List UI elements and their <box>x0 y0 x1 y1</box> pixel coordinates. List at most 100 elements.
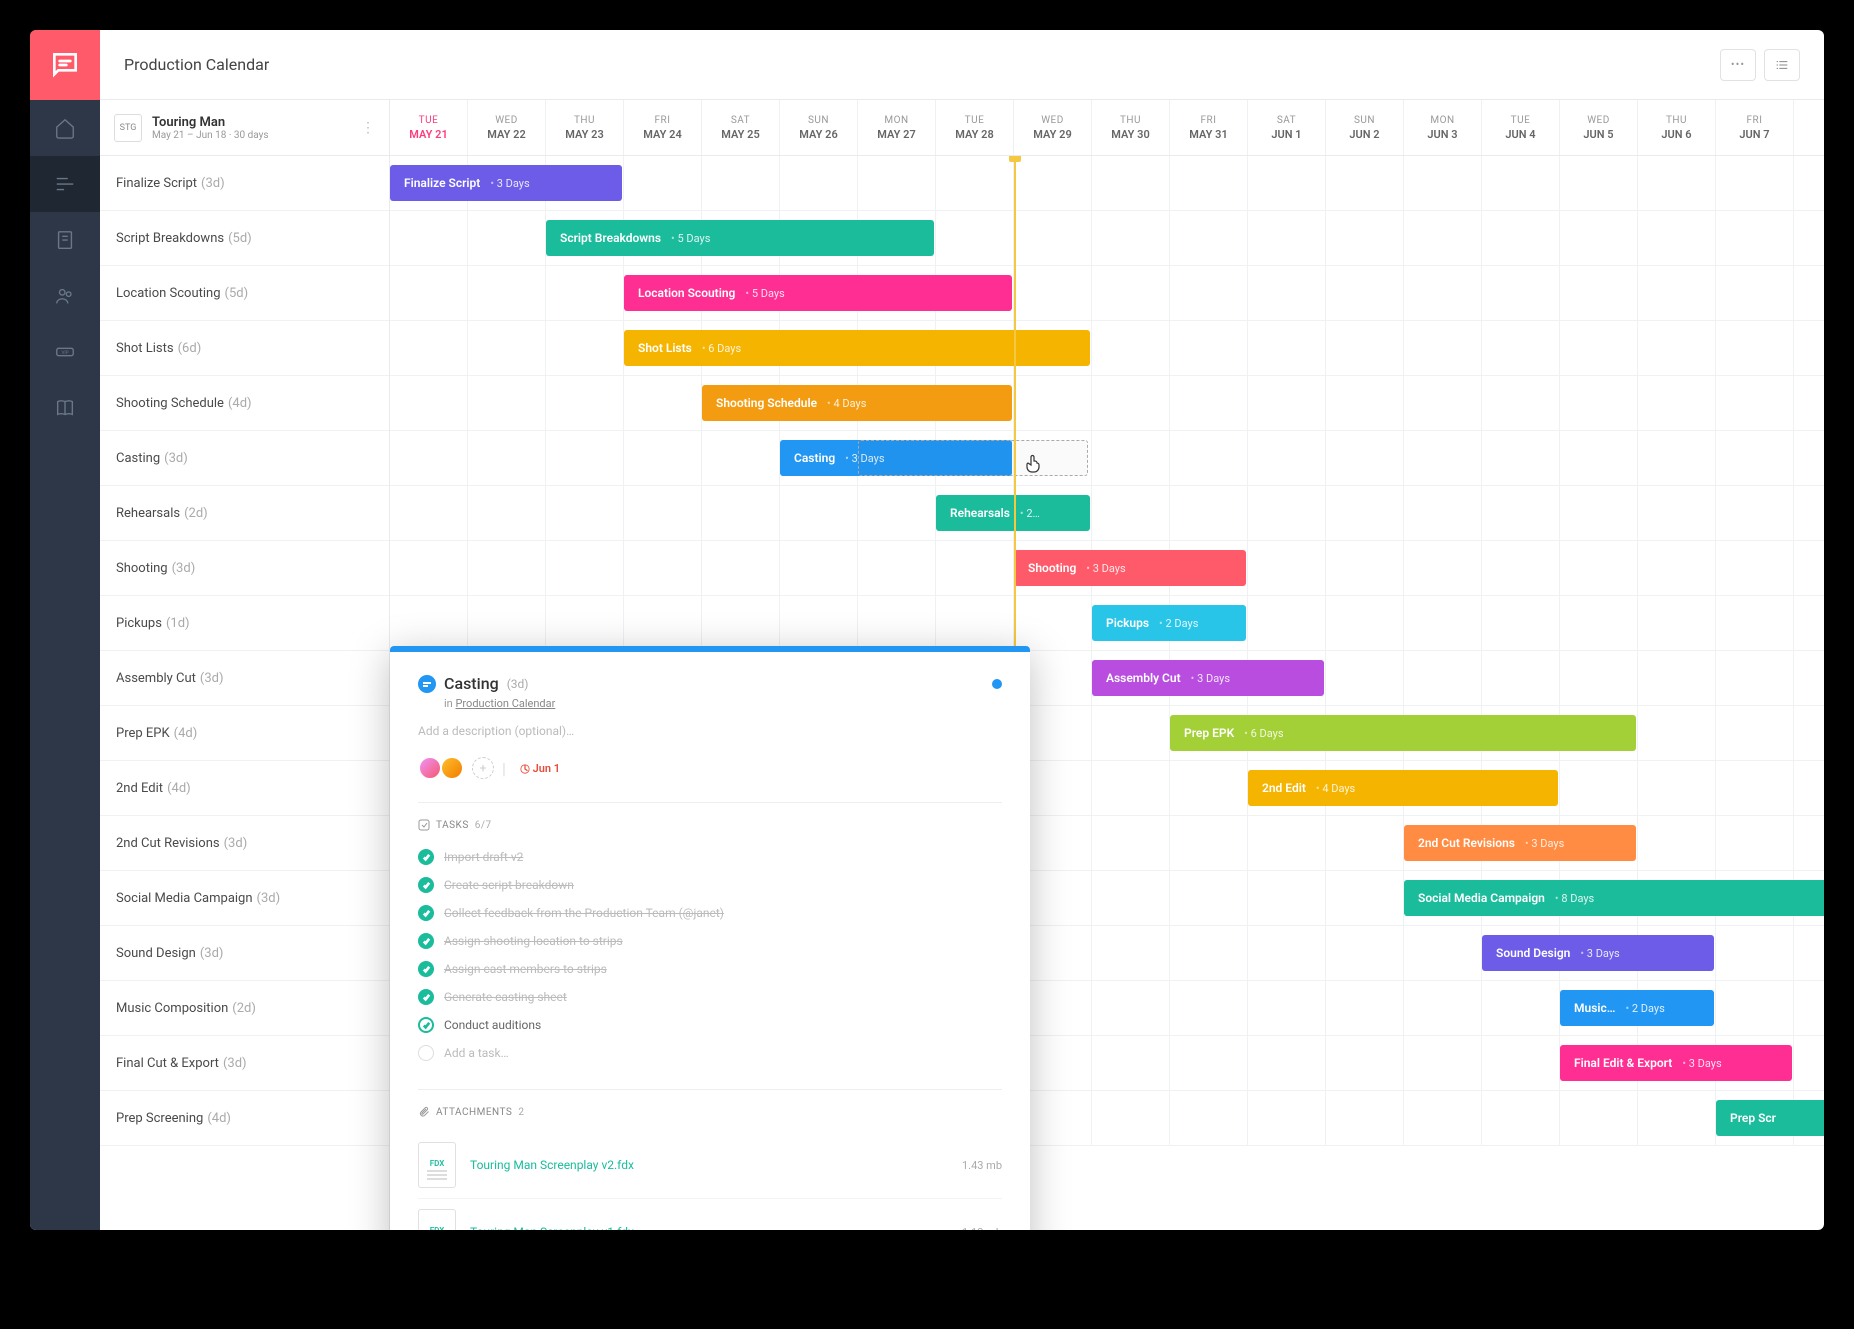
logo[interactable] <box>30 30 100 100</box>
add-person-button[interactable]: + <box>472 757 494 779</box>
drag-ghost <box>858 440 1088 476</box>
subtask-item[interactable]: Assign cast members to strips <box>418 955 1002 983</box>
task-row[interactable]: Final Cut & Export(3d) <box>100 1036 389 1091</box>
project-more-icon[interactable]: ⋮ <box>361 120 375 136</box>
nav-timeline-icon[interactable] <box>30 156 100 212</box>
date-cell: THUMAY 30 <box>1092 100 1170 155</box>
subtask-item[interactable]: Collect feedback from the Production Tea… <box>418 899 1002 927</box>
gantt-bar[interactable]: Final Edit & Export3 Days <box>1560 1045 1792 1081</box>
date-cell: THUJUN 6 <box>1638 100 1716 155</box>
gantt-bar[interactable]: Sound Design3 Days <box>1482 935 1714 971</box>
date-cell: FRIMAY 24 <box>624 100 702 155</box>
gantt-bar[interactable]: Pickups2 Days <box>1092 605 1246 641</box>
app-window: VIP Production Calendar ••• STG Touring … <box>30 30 1824 1230</box>
nav-vip-icon[interactable]: VIP <box>30 324 100 380</box>
check-icon[interactable] <box>418 933 434 949</box>
add-task-input[interactable]: Add a task… <box>418 1039 1002 1067</box>
project-header: STG Touring Man May 21 – Jun 18 · 30 day… <box>100 100 389 156</box>
nav-home-icon[interactable] <box>30 100 100 156</box>
task-row[interactable]: Casting(3d) <box>100 431 389 486</box>
subtask-item[interactable]: Assign shooting location to strips <box>418 927 1002 955</box>
date-cell: FRIJUN 7 <box>1716 100 1794 155</box>
tasks-section-label: TASKS 6/7 <box>418 819 1002 831</box>
check-icon[interactable] <box>418 849 434 865</box>
gantt-bar[interactable]: Rehearsals2… <box>936 495 1090 531</box>
task-row[interactable]: Music Composition(2d) <box>100 981 389 1036</box>
popup-title: Casting <box>444 674 499 693</box>
gantt-bar[interactable]: Music…2 Days <box>1560 990 1714 1026</box>
date-cell: SATMAY 25 <box>702 100 780 155</box>
gantt-bar[interactable]: Shot Lists6 Days <box>624 330 1090 366</box>
due-date[interactable]: Jun 1 <box>520 762 560 775</box>
check-icon[interactable] <box>418 1017 434 1033</box>
task-row[interactable]: Rehearsals(2d) <box>100 486 389 541</box>
list-view-button[interactable] <box>1764 49 1800 81</box>
check-empty-icon <box>418 1045 434 1061</box>
task-row[interactable]: Shot Lists(6d) <box>100 321 389 376</box>
task-row[interactable]: Sound Design(3d) <box>100 926 389 981</box>
gantt-bar[interactable]: Shooting3 Days <box>1014 550 1246 586</box>
subtask-item[interactable]: Create script breakdown <box>418 871 1002 899</box>
content: STG Touring Man May 21 – Jun 18 · 30 day… <box>100 100 1824 1230</box>
task-row[interactable]: 2nd Cut Revisions(3d) <box>100 816 389 871</box>
more-button[interactable]: ••• <box>1720 49 1756 81</box>
task-row[interactable]: Assembly Cut(3d) <box>100 651 389 706</box>
subtask-item[interactable]: Generate casting sheet <box>418 983 1002 1011</box>
gantt-bar[interactable]: Prep Scr <box>1716 1100 1824 1136</box>
task-status-icon[interactable] <box>418 675 436 693</box>
task-row[interactable]: Finalize Script(3d) <box>100 156 389 211</box>
subtask-item[interactable]: Conduct auditions <box>418 1011 1002 1039</box>
check-icon[interactable] <box>418 905 434 921</box>
task-sidebar: STG Touring Man May 21 – Jun 18 · 30 day… <box>100 100 390 1230</box>
date-cell: THUMAY 23 <box>546 100 624 155</box>
task-row[interactable]: Pickups(1d) <box>100 596 389 651</box>
task-detail-popup: Casting (3d) in Production Calendar Add … <box>390 646 1030 1230</box>
page-title: Production Calendar <box>124 55 269 74</box>
date-cell: WEDJUN 5 <box>1560 100 1638 155</box>
file-icon: FDX <box>418 1209 456 1230</box>
date-cell: WEDMAY 22 <box>468 100 546 155</box>
project-name: Touring Man <box>152 115 269 130</box>
svg-text:VIP: VIP <box>61 350 68 356</box>
gantt-bar[interactable]: 2nd Edit4 Days <box>1248 770 1558 806</box>
avatar[interactable] <box>440 756 464 780</box>
date-header: TUEMAY 21WEDMAY 22THUMAY 23FRIMAY 24SATM… <box>390 100 1824 156</box>
date-cell: TUEJUN 4 <box>1482 100 1560 155</box>
task-row[interactable]: Location Scouting(5d) <box>100 266 389 321</box>
task-row[interactable]: Social Media Campaign(3d) <box>100 871 389 926</box>
nav-doc-icon[interactable] <box>30 212 100 268</box>
gantt-bar[interactable]: Social Media Campaign8 Days <box>1404 880 1824 916</box>
task-row[interactable]: Prep EPK(4d) <box>100 706 389 761</box>
gantt-bar[interactable]: Shooting Schedule4 Days <box>702 385 1012 421</box>
check-icon[interactable] <box>418 989 434 1005</box>
gantt-bar[interactable]: Script Breakdowns5 Days <box>546 220 934 256</box>
date-cell: FRIMAY 31 <box>1170 100 1248 155</box>
gantt-bar[interactable]: 2nd Cut Revisions3 Days <box>1404 825 1636 861</box>
subtask-item[interactable]: Import draft v2 <box>418 843 1002 871</box>
gantt-bar[interactable]: Prep EPK6 Days <box>1170 715 1636 751</box>
gantt-bar[interactable]: Assembly Cut3 Days <box>1092 660 1324 696</box>
task-row[interactable]: Script Breakdowns(5d) <box>100 211 389 266</box>
nav-book-icon[interactable] <box>30 380 100 436</box>
task-row[interactable]: Shooting(3d) <box>100 541 389 596</box>
date-cell: SATJUN 1 <box>1248 100 1326 155</box>
attachment-item[interactable]: FDXTouring Man Screenplay v1.fdx1.13 mb <box>418 1199 1002 1230</box>
description-input[interactable]: Add a description (optional)… <box>418 724 1002 738</box>
status-dot-icon[interactable] <box>992 679 1002 689</box>
date-cell: SUNMAY 26 <box>780 100 858 155</box>
task-row[interactable]: 2nd Edit(4d) <box>100 761 389 816</box>
main: Production Calendar ••• STG Touring Man … <box>100 30 1824 1230</box>
nav-team-icon[interactable] <box>30 268 100 324</box>
attachments-section-label: ATTACHMENTS 2 <box>418 1106 1002 1118</box>
gantt-bar[interactable]: Finalize Script3 Days <box>390 165 622 201</box>
breadcrumb-link[interactable]: Production Calendar <box>455 697 555 710</box>
check-icon[interactable] <box>418 877 434 893</box>
check-icon[interactable] <box>418 961 434 977</box>
breadcrumb: in Production Calendar <box>444 697 1002 710</box>
gantt-bar[interactable]: Location Scouting5 Days <box>624 275 1012 311</box>
task-row[interactable]: Shooting Schedule(4d) <box>100 376 389 431</box>
task-row[interactable]: Prep Screening(4d) <box>100 1091 389 1146</box>
attachment-item[interactable]: FDXTouring Man Screenplay v2.fdx1.43 mb <box>418 1132 1002 1199</box>
avatar[interactable] <box>418 756 442 780</box>
storyboard-icon: STG <box>114 114 142 142</box>
